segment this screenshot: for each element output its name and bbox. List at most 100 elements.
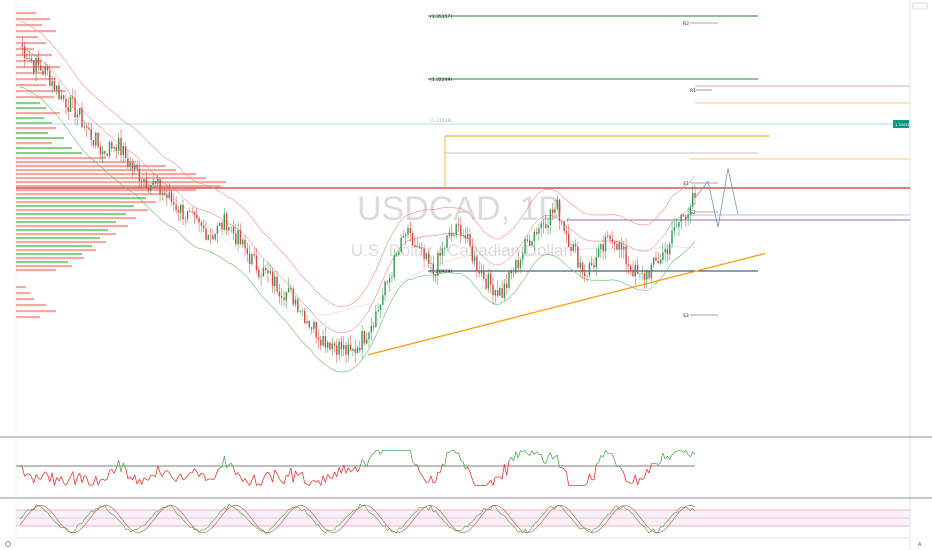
candle-body (402, 236, 405, 238)
candle-body (147, 187, 150, 191)
candle-body (136, 164, 138, 169)
settings-gear-icon[interactable] (5, 541, 11, 547)
rsi-segment (605, 450, 609, 454)
rsi-segment (24, 473, 28, 477)
rsi-segment (462, 461, 466, 470)
candle-body (522, 253, 524, 260)
candle-body (588, 263, 591, 276)
candle-body (508, 271, 510, 288)
tag-r2: R2 (683, 21, 689, 27)
rsi-segment (433, 481, 436, 484)
candle-body (180, 205, 182, 213)
rsi-segment (258, 483, 262, 486)
rsi-segment (28, 473, 32, 478)
candle-body (535, 232, 538, 234)
candle-body (209, 235, 212, 236)
candle-body (361, 331, 363, 350)
rsi-segment (102, 478, 106, 481)
rsi-segment (357, 467, 361, 473)
rsi-segment (646, 469, 650, 474)
candle-body (591, 263, 593, 266)
candle-body (92, 140, 95, 146)
rsi-segment (488, 479, 492, 484)
candle-body (216, 225, 219, 234)
rsi-segment (159, 472, 163, 477)
rsi-segment (251, 474, 255, 481)
candle-body (540, 223, 542, 229)
rsi-segment (47, 474, 51, 483)
rsi-segment (648, 463, 652, 474)
rsi-segment (428, 475, 432, 483)
candle-body (129, 163, 131, 167)
candle-body (131, 163, 134, 170)
candle-body (317, 337, 320, 340)
candle-body (287, 287, 290, 292)
candle-body (416, 246, 418, 247)
candle-body (487, 273, 490, 289)
rsi-segment (347, 467, 351, 472)
rsi-segment (263, 474, 267, 479)
rsi-segment (602, 450, 606, 458)
rsi-segment (449, 450, 452, 453)
rsi-segment (253, 474, 257, 486)
candle-body (444, 248, 446, 249)
rsi-segment (453, 450, 457, 454)
candle-body (492, 284, 494, 296)
rsi-segment (331, 471, 335, 479)
candle-body (141, 181, 143, 182)
candle-body (531, 241, 533, 246)
rsi-segment (260, 478, 264, 486)
rsi-segment (122, 462, 126, 468)
rsi-segment (203, 473, 207, 481)
rsi-segment (660, 452, 664, 463)
candle-body (545, 224, 547, 228)
candle-body (90, 129, 92, 140)
candle-body (193, 211, 196, 215)
rsi-segment (136, 479, 140, 485)
candle-body (255, 255, 258, 271)
rsi-segment (84, 475, 87, 478)
rsi-segment (550, 452, 554, 460)
candle-body (53, 81, 56, 91)
rsi-segment (600, 455, 604, 458)
rsi-segment (621, 468, 625, 474)
rsi-segment (148, 474, 152, 481)
candle-body (680, 215, 682, 222)
candle-body (556, 199, 558, 209)
rsi-segment (625, 480, 629, 483)
rsi-segment (184, 475, 188, 479)
candle-body (526, 239, 529, 241)
rsi-segment (219, 466, 223, 469)
rsi-segment (655, 463, 659, 466)
candle-body (76, 114, 79, 117)
rsi-segment (540, 454, 544, 463)
candle-body (285, 292, 287, 301)
rsi-segment (129, 476, 133, 481)
auto-scale-icon[interactable]: A (918, 542, 922, 548)
candle-body (453, 234, 455, 236)
candle-body (271, 271, 274, 286)
rsi-segment (469, 471, 473, 480)
rsi-segment (155, 465, 159, 477)
rsi-segment (237, 472, 241, 477)
rsi-segment (56, 477, 60, 482)
candle-body (517, 260, 519, 268)
candle-body (203, 225, 205, 229)
rsi-segment (371, 453, 374, 456)
rsi-segment (44, 471, 48, 475)
candle-body (586, 275, 588, 277)
candle-body (152, 181, 154, 185)
rsi-segment (235, 472, 239, 476)
candle-body (366, 339, 368, 344)
candle-body (150, 184, 152, 191)
top-right-button[interactable] (912, 2, 928, 10)
rsi-segment (134, 474, 138, 485)
candle-body (331, 343, 333, 350)
candle-body (597, 249, 600, 257)
candle-body (478, 270, 480, 274)
rsi-segment (106, 470, 110, 480)
candle-body (627, 264, 630, 267)
candle-body (432, 263, 434, 275)
rsi-segment (40, 474, 44, 480)
rsi-segment (327, 474, 331, 478)
